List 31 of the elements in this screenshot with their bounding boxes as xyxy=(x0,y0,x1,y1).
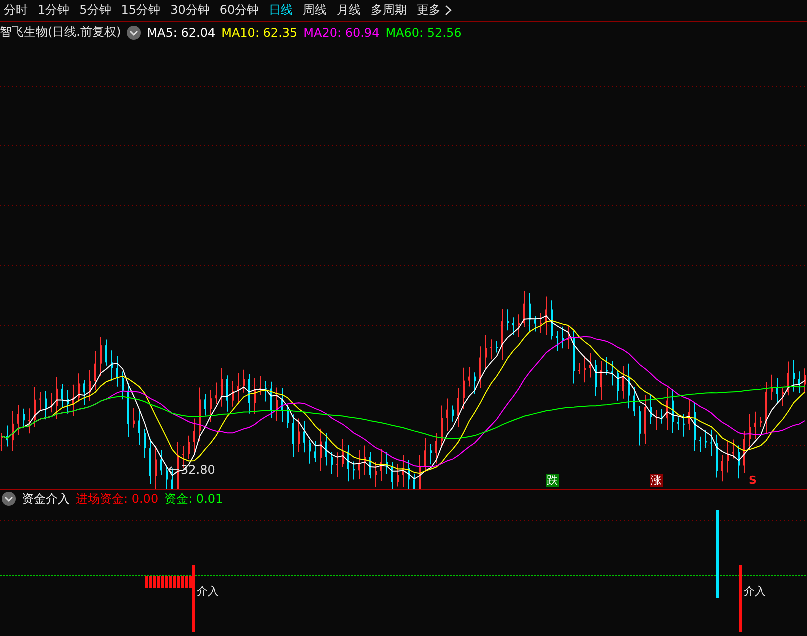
ma-value: MA10: 62.35 xyxy=(222,26,298,40)
period-tab[interactable]: 更多 xyxy=(417,2,452,19)
period-tab[interactable]: 1分钟 xyxy=(38,2,70,19)
period-tab[interactable]: 5分钟 xyxy=(80,2,112,19)
period-tab[interactable]: 60分钟 xyxy=(220,2,260,19)
indicator-value: 资金: 0.01 xyxy=(164,490,224,508)
indicator-value: 进场资金: 0.00 xyxy=(76,490,159,508)
entry-marker-label: 介入 xyxy=(197,584,219,599)
period-tab[interactable]: 分时 xyxy=(4,2,28,19)
signal-marker: 跌 xyxy=(546,474,559,487)
period-tab[interactable]: 周线 xyxy=(303,2,328,19)
low-price-label: 32.80 xyxy=(181,463,216,477)
signal-line xyxy=(739,565,742,632)
signal-marker: 涨 xyxy=(650,474,663,487)
chart-title: 智飞生物(日线.前复权) xyxy=(0,24,122,41)
signal-line xyxy=(192,565,195,632)
period-tab[interactable]: 15分钟 xyxy=(121,2,161,19)
indicator-name: 资金介入 xyxy=(22,490,70,508)
ma-value: MA5: 62.04 xyxy=(147,26,216,40)
period-tab[interactable]: 月线 xyxy=(337,2,362,19)
period-tab[interactable]: 多周期 xyxy=(371,2,408,19)
period-tab[interactable]: 日线 xyxy=(269,2,294,19)
signal-marker: S xyxy=(748,474,758,487)
dropdown-icon[interactable] xyxy=(2,492,16,506)
arrow-left-icon xyxy=(168,466,180,474)
period-tab[interactable]: 30分钟 xyxy=(170,2,210,19)
chevron-right-icon xyxy=(445,5,452,16)
ma-value: MA20: 60.94 xyxy=(304,26,380,40)
entry-marker-label: 介入 xyxy=(744,584,766,599)
dropdown-icon[interactable] xyxy=(127,26,142,40)
ma-value: MA60: 52.56 xyxy=(386,26,462,40)
